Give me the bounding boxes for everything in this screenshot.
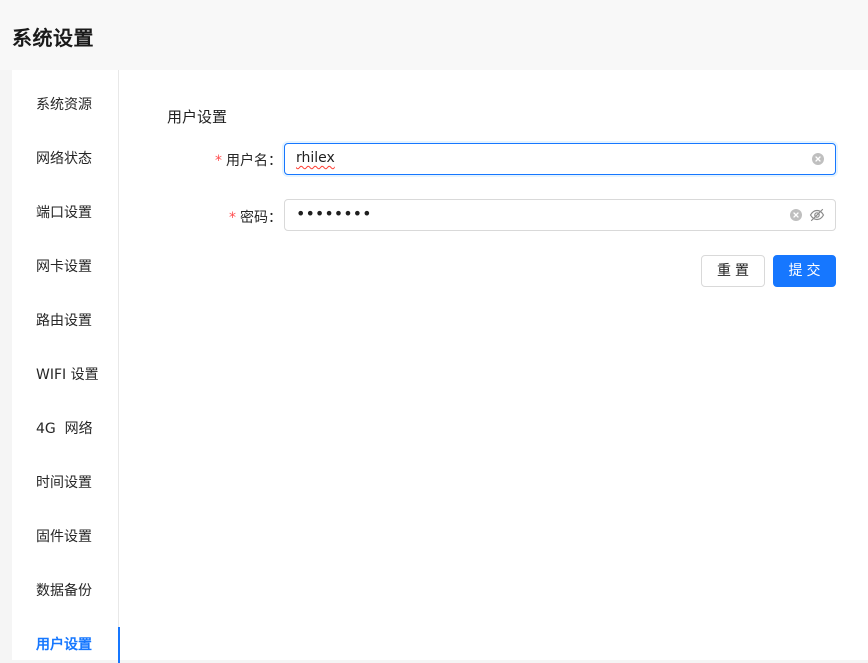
close-circle-icon[interactable]: [812, 153, 824, 165]
sidebar-item-data-backup[interactable]: 数据备份: [12, 573, 118, 609]
sidebar-menu: 系统资源 网络状态 端口设置 网卡设置 路由设置 WIFI 设置 4G 网络 时…: [12, 70, 120, 663]
sidebar-item-wifi-settings[interactable]: WIFI 设置: [12, 357, 118, 393]
sidebar-item-time-settings[interactable]: 时间设置: [12, 465, 118, 501]
close-circle-icon[interactable]: [790, 209, 802, 221]
sidebar-item-firmware-settings[interactable]: 固件设置: [12, 519, 118, 555]
username-value: rhilex: [296, 150, 335, 166]
sidebar-item-network-status[interactable]: 网络状态: [12, 141, 118, 177]
sidebar-item-route-settings[interactable]: 路由设置: [12, 303, 118, 339]
sidebar-item-4g-network[interactable]: 4G 网络: [12, 411, 118, 447]
sidebar-item-system-resources[interactable]: 系统资源: [12, 87, 118, 123]
page-title: 系统设置: [12, 26, 94, 50]
eye-invisible-icon[interactable]: [809, 208, 825, 222]
section-title: 用户设置: [167, 108, 228, 126]
password-value: ••••••••: [296, 204, 372, 223]
username-input[interactable]: rhilex: [284, 143, 836, 175]
submit-button[interactable]: 提交: [773, 255, 836, 287]
sidebar-item-port-settings[interactable]: 端口设置: [12, 195, 118, 231]
username-label: * 用户名：: [215, 153, 282, 169]
page-header: 系统设置: [0, 0, 868, 70]
required-mark: *: [229, 210, 236, 226]
sidebar-item-user-settings[interactable]: 用户设置: [12, 627, 120, 663]
content-panel: 用户设置 * 用户名： rhilex * 密码： •••••••• 重置 提交: [119, 70, 868, 660]
settings-card: 系统资源 网络状态 端口设置 网卡设置 路由设置 WIFI 设置 4G 网络 时…: [12, 70, 868, 663]
sidebar-item-label: 用户设置: [36, 637, 92, 653]
required-mark: *: [215, 153, 222, 169]
sidebar-item-nic-settings[interactable]: 网卡设置: [12, 249, 118, 285]
password-input[interactable]: ••••••••: [284, 199, 836, 231]
reset-button[interactable]: 重置: [701, 255, 765, 287]
password-label: * 密码：: [229, 210, 282, 226]
